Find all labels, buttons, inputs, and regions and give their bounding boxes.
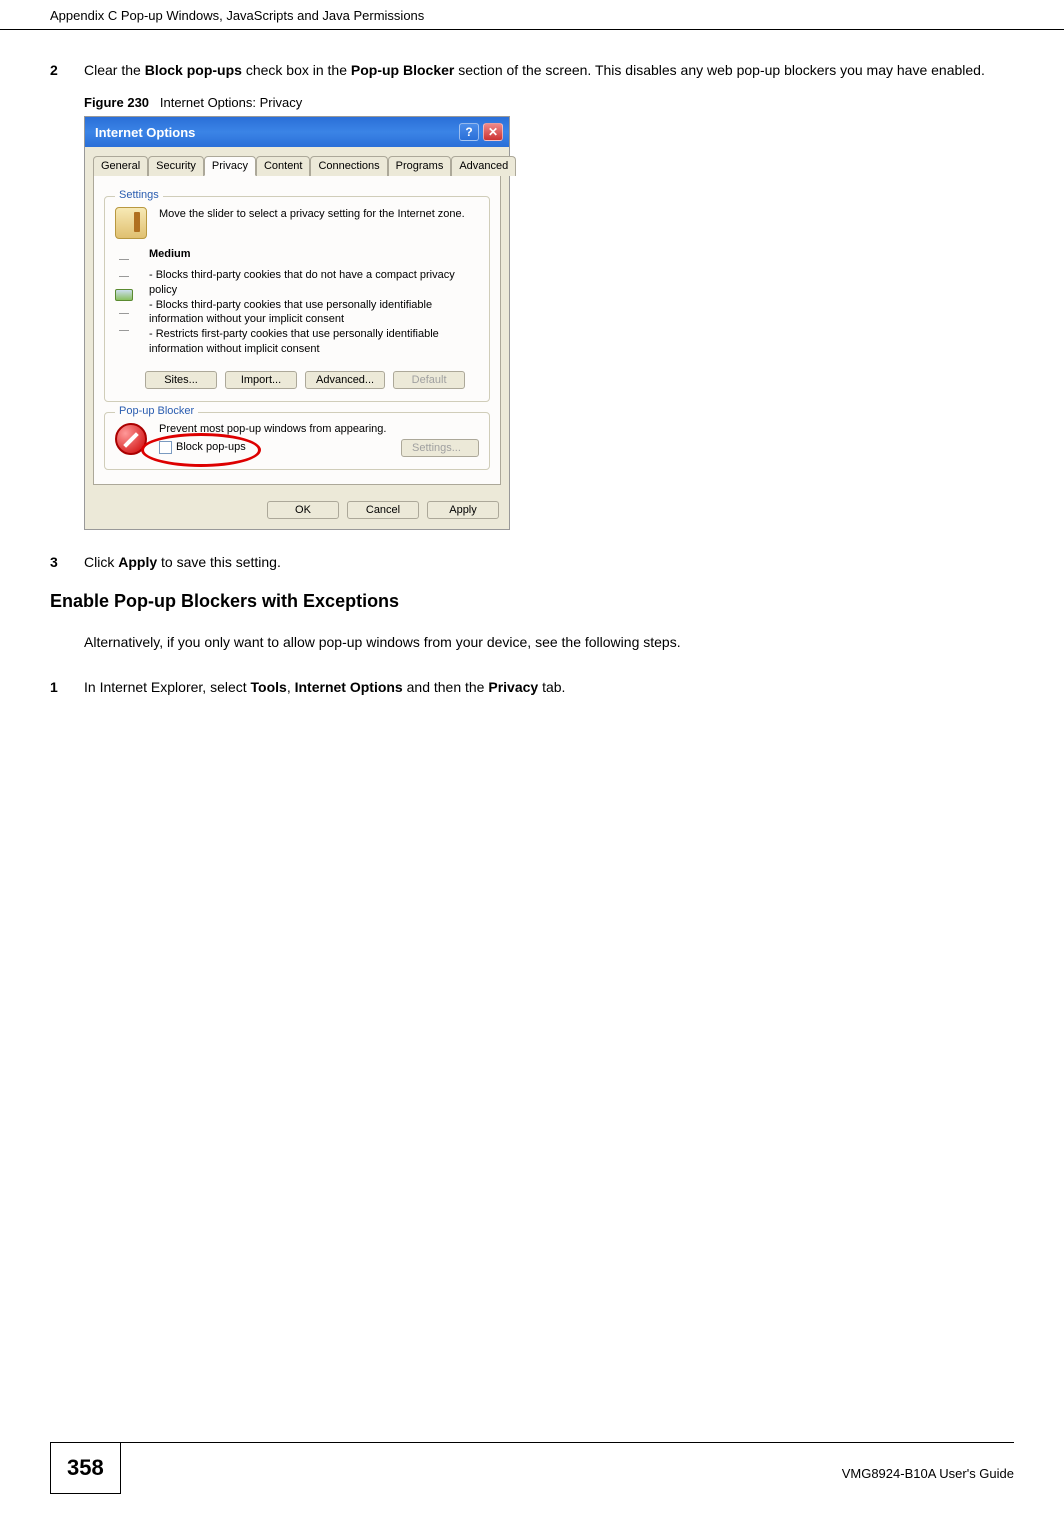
step-number: 2 bbox=[50, 60, 84, 81]
step-number: 3 bbox=[50, 552, 84, 573]
slider-description: Medium - Blocks third-party cookies that… bbox=[149, 247, 479, 357]
privacy-slider-icon bbox=[115, 207, 147, 239]
settings-label: Settings bbox=[115, 189, 163, 201]
tab-general[interactable]: General bbox=[93, 156, 148, 176]
popup-label: Pop-up Blocker bbox=[115, 405, 198, 417]
dialog-titlebar: Internet Options ? ✕ bbox=[85, 117, 509, 147]
ok-button[interactable]: OK bbox=[267, 501, 339, 519]
checkbox-box[interactable] bbox=[159, 441, 172, 454]
sites-button[interactable]: Sites... bbox=[145, 371, 217, 389]
page-header: Appendix C Pop-up Windows, JavaScripts a… bbox=[0, 0, 1064, 30]
checkbox-label: Block pop-ups bbox=[176, 441, 246, 453]
step-text: In Internet Explorer, select Tools, Inte… bbox=[84, 677, 1014, 698]
tab-security[interactable]: Security bbox=[148, 156, 204, 176]
popup-blocker-icon bbox=[115, 423, 147, 455]
tab-programs[interactable]: Programs bbox=[388, 156, 452, 176]
dialog-title: Internet Options bbox=[95, 125, 195, 140]
step-number: 1 bbox=[50, 677, 84, 698]
tab-body: Settings Move the slider to select a pri… bbox=[93, 175, 501, 485]
internet-options-dialog: Internet Options ? ✕ General Security Pr… bbox=[84, 116, 510, 530]
advanced-button[interactable]: Advanced... bbox=[305, 371, 385, 389]
step-2: 2 Clear the Block pop-ups check box in t… bbox=[50, 60, 1014, 81]
help-icon[interactable]: ? bbox=[459, 123, 479, 141]
figure-caption: Figure 230 Internet Options: Privacy bbox=[84, 95, 1014, 110]
guide-name: VMG8924-B10A User's Guide bbox=[842, 1456, 1014, 1481]
page-footer: 358 VMG8924-B10A User's Guide bbox=[50, 1442, 1014, 1494]
bullet-2: - Blocks third-party cookies that use pe… bbox=[149, 298, 479, 328]
settings-intro: Move the slider to select a privacy sett… bbox=[159, 207, 479, 239]
block-popups-checkbox[interactable]: Block pop-ups bbox=[159, 441, 246, 454]
privacy-slider[interactable] bbox=[115, 247, 133, 357]
step-1b: 1 In Internet Explorer, select Tools, In… bbox=[50, 677, 1014, 698]
privacy-level: Medium bbox=[149, 247, 479, 262]
step-3: 3 Click Apply to save this setting. bbox=[50, 552, 1014, 573]
slider-thumb[interactable] bbox=[115, 289, 133, 301]
bullet-3: - Restricts first-party cookies that use… bbox=[149, 327, 479, 357]
tab-privacy[interactable]: Privacy bbox=[204, 156, 256, 176]
tab-advanced[interactable]: Advanced bbox=[451, 156, 516, 176]
step-text: Clear the Block pop-ups check box in the… bbox=[84, 60, 1014, 81]
import-button[interactable]: Import... bbox=[225, 371, 297, 389]
step-text: Click Apply to save this setting. bbox=[84, 552, 1014, 573]
default-button: Default bbox=[393, 371, 465, 389]
settings-groupbox: Settings Move the slider to select a pri… bbox=[104, 196, 490, 402]
apply-button[interactable]: Apply bbox=[427, 501, 499, 519]
section-heading: Enable Pop-up Blockers with Exceptions bbox=[50, 591, 1014, 612]
popup-intro: Prevent most pop-up windows from appeari… bbox=[159, 423, 479, 435]
close-icon[interactable]: ✕ bbox=[483, 123, 503, 141]
popup-settings-button: Settings... bbox=[401, 439, 479, 457]
tab-connections[interactable]: Connections bbox=[310, 156, 387, 176]
cancel-button[interactable]: Cancel bbox=[347, 501, 419, 519]
bullet-1: - Blocks third-party cookies that do not… bbox=[149, 268, 479, 298]
tab-content[interactable]: Content bbox=[256, 156, 311, 176]
header-title: Appendix C Pop-up Windows, JavaScripts a… bbox=[50, 8, 424, 23]
page-number: 358 bbox=[50, 1443, 121, 1494]
tabs-row: General Security Privacy Content Connect… bbox=[85, 147, 509, 175]
popup-blocker-groupbox: Pop-up Blocker Prevent most pop-up windo… bbox=[104, 412, 490, 470]
section-paragraph: Alternatively, if you only want to allow… bbox=[84, 632, 1014, 653]
